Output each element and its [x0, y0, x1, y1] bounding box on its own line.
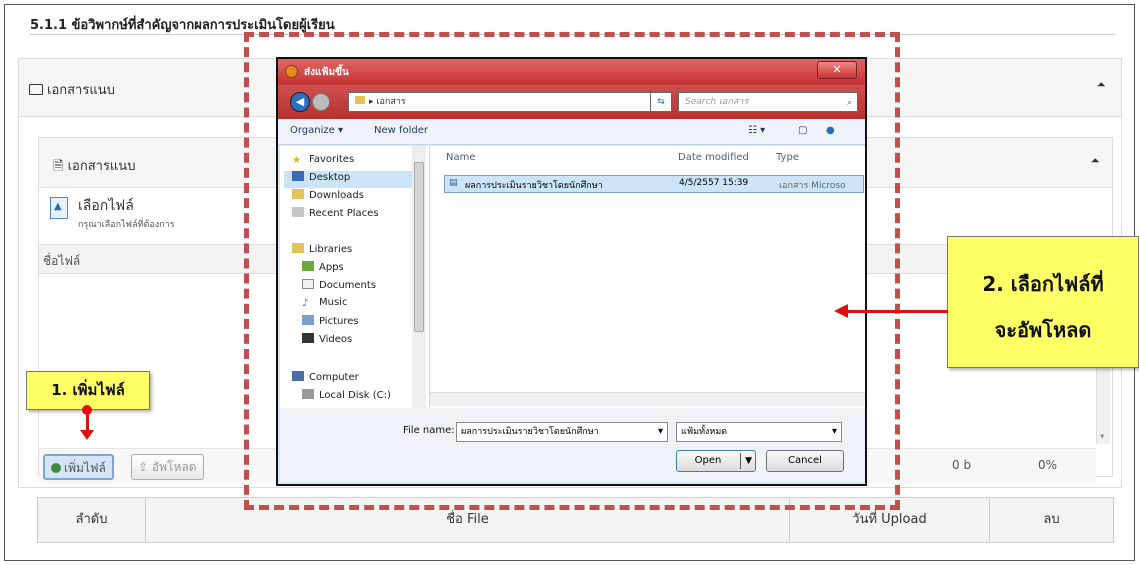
step2-line2: จะอัพโหลด [994, 318, 1092, 342]
music-icon: ♪ [302, 298, 309, 309]
upload-button[interactable]: ⇪ อัพโหลด [131, 454, 204, 480]
address-bar: ◀ ▸ เอกสาร ⇆ Search เอกสาร ⌕ [278, 85, 865, 119]
upload-percent: 0% [1038, 458, 1058, 472]
arrow-left-icon [834, 304, 848, 318]
computer-icon [292, 371, 304, 381]
organize-menu[interactable]: Organize ▾ [290, 125, 343, 136]
nav-documents[interactable]: Documents [302, 279, 376, 291]
column-name[interactable]: Name [446, 152, 476, 163]
folder-icon [355, 96, 365, 104]
collapse-icon[interactable]: 🞁 [1091, 155, 1099, 170]
column-delete: ลบ [1043, 512, 1060, 527]
upload-icon [50, 197, 68, 219]
scrollbar-thumb[interactable] [414, 162, 424, 332]
document-icon: 🗎 [53, 159, 68, 174]
attachments-subpanel-title: 🗎 เอกสารแนบ [53, 159, 136, 174]
nav-apps[interactable]: Apps [302, 261, 344, 273]
nav-libraries[interactable]: Libraries [292, 243, 352, 255]
nav-desktop[interactable]: Desktop [284, 171, 414, 188]
column-type[interactable]: Type [776, 152, 799, 163]
file-name-label: File name: [403, 425, 455, 436]
navigation-pane: ★ Favorites Desktop Downloads Recent Plac… [280, 146, 430, 408]
navigation-scrollbar[interactable] [412, 146, 426, 408]
dialog-title: ส่งแฟ้มขึ้น [304, 67, 349, 78]
disk-icon [302, 389, 314, 399]
file-name: ผลการประเมินรายวิชาโดยนักศึกษา [465, 181, 603, 191]
file-type: เอกสาร Microso [779, 181, 846, 191]
monitor-icon [29, 84, 43, 95]
word-document-icon: ▤ [449, 178, 458, 188]
file-type-select[interactable]: แฟ้มทั้งหมด [676, 422, 842, 442]
nav-computer[interactable]: Computer [292, 371, 359, 383]
file-name-input[interactable]: ผลการประเมินรายวิชาโดยนักศึกษา [456, 422, 668, 442]
desktop-icon [292, 171, 304, 181]
refresh-button[interactable]: ⇆ [650, 92, 672, 112]
back-button[interactable]: ◀ [290, 92, 310, 112]
file-date: 4/5/2557 15:39 [679, 178, 749, 188]
search-input[interactable]: Search เอกสาร ⌕ [678, 92, 858, 112]
documents-icon [302, 279, 314, 289]
nav-videos[interactable]: Videos [302, 333, 352, 345]
nav-recent-places[interactable]: Recent Places [292, 207, 379, 219]
new-folder-button[interactable]: New folder [374, 125, 428, 136]
choose-file-hint: กรุณาเลือกไฟล์ที่ต้องการ [78, 220, 175, 230]
nav-local-disk[interactable]: Local Disk (C:) [302, 389, 391, 401]
step2-callout: 2. เลือกไฟล์ที่ จะอัพโหลด [947, 236, 1139, 368]
firefox-icon [285, 65, 298, 78]
file-row[interactable]: ▤ ผลการประเมินรายวิชาโดยนักศึกษา 4/5/255… [444, 175, 864, 193]
collapse-icon[interactable]: 🞁 [1097, 79, 1105, 94]
nav-pictures[interactable]: Pictures [302, 315, 359, 327]
nav-favorites[interactable]: ★ Favorites [292, 154, 354, 166]
close-button[interactable]: ✕ [817, 61, 857, 79]
star-icon: ★ [292, 155, 301, 166]
column-date-modified[interactable]: Date modified [678, 152, 749, 163]
file-upload-dialog: ส่งแฟ้มขึ้น ✕ ◀ ▸ เอกสาร ⇆ Search เอกสาร… [276, 57, 867, 486]
libraries-icon [292, 243, 304, 253]
recent-places-icon [292, 207, 304, 217]
step2-line1: 2. เลือกไฟล์ที่ [982, 272, 1104, 296]
dialog-bottom: File name: ผลการประเมินรายวิชาโดยนักศึกษ… [280, 408, 865, 482]
nav-downloads[interactable]: Downloads [292, 189, 364, 201]
downloads-icon [292, 189, 304, 199]
dialog-titlebar: ส่งแฟ้มขึ้น ✕ [278, 59, 865, 85]
plus-icon [51, 463, 61, 473]
arrow-down-icon [80, 430, 94, 440]
add-file-button[interactable]: เพิ่มไฟล์ [43, 454, 114, 480]
file-pane-hscrollbar[interactable] [430, 392, 865, 406]
nav-music[interactable]: ♪ Music [302, 297, 347, 309]
open-button[interactable]: Open ▼ [676, 450, 756, 472]
pointer-line-horizontal [848, 310, 948, 313]
pictures-icon [302, 315, 314, 325]
cancel-button[interactable]: Cancel [766, 450, 844, 472]
column-order: ลำดับ [38, 498, 146, 542]
apps-icon [302, 261, 314, 271]
search-icon: ⌕ [846, 98, 852, 108]
help-icon[interactable]: ● [826, 125, 835, 136]
dialog-toolbar: Organize ▾ New folder ☷ ▾ ▢ ● [278, 119, 865, 145]
attachments-panel-title: เอกสารแนบ [29, 79, 115, 100]
videos-icon [302, 333, 314, 343]
forward-button[interactable] [312, 93, 330, 111]
preview-pane-icon[interactable]: ▢ [798, 125, 807, 136]
upload-size: 0 b [952, 458, 972, 472]
upload-icon: ⇪ [138, 460, 152, 474]
chevron-down-icon[interactable]: ▼ [745, 451, 752, 471]
view-options-icon[interactable]: ☷ ▾ [748, 125, 765, 136]
file-pane: Name Date modified Type ▤ ผลการประเมินรา… [430, 146, 865, 408]
choose-file-title: เลือกไฟล์ [78, 198, 134, 214]
path-breadcrumb[interactable]: ▸ เอกสาร [348, 92, 670, 112]
file-name-header: ชื่อไฟล์ [43, 254, 81, 268]
